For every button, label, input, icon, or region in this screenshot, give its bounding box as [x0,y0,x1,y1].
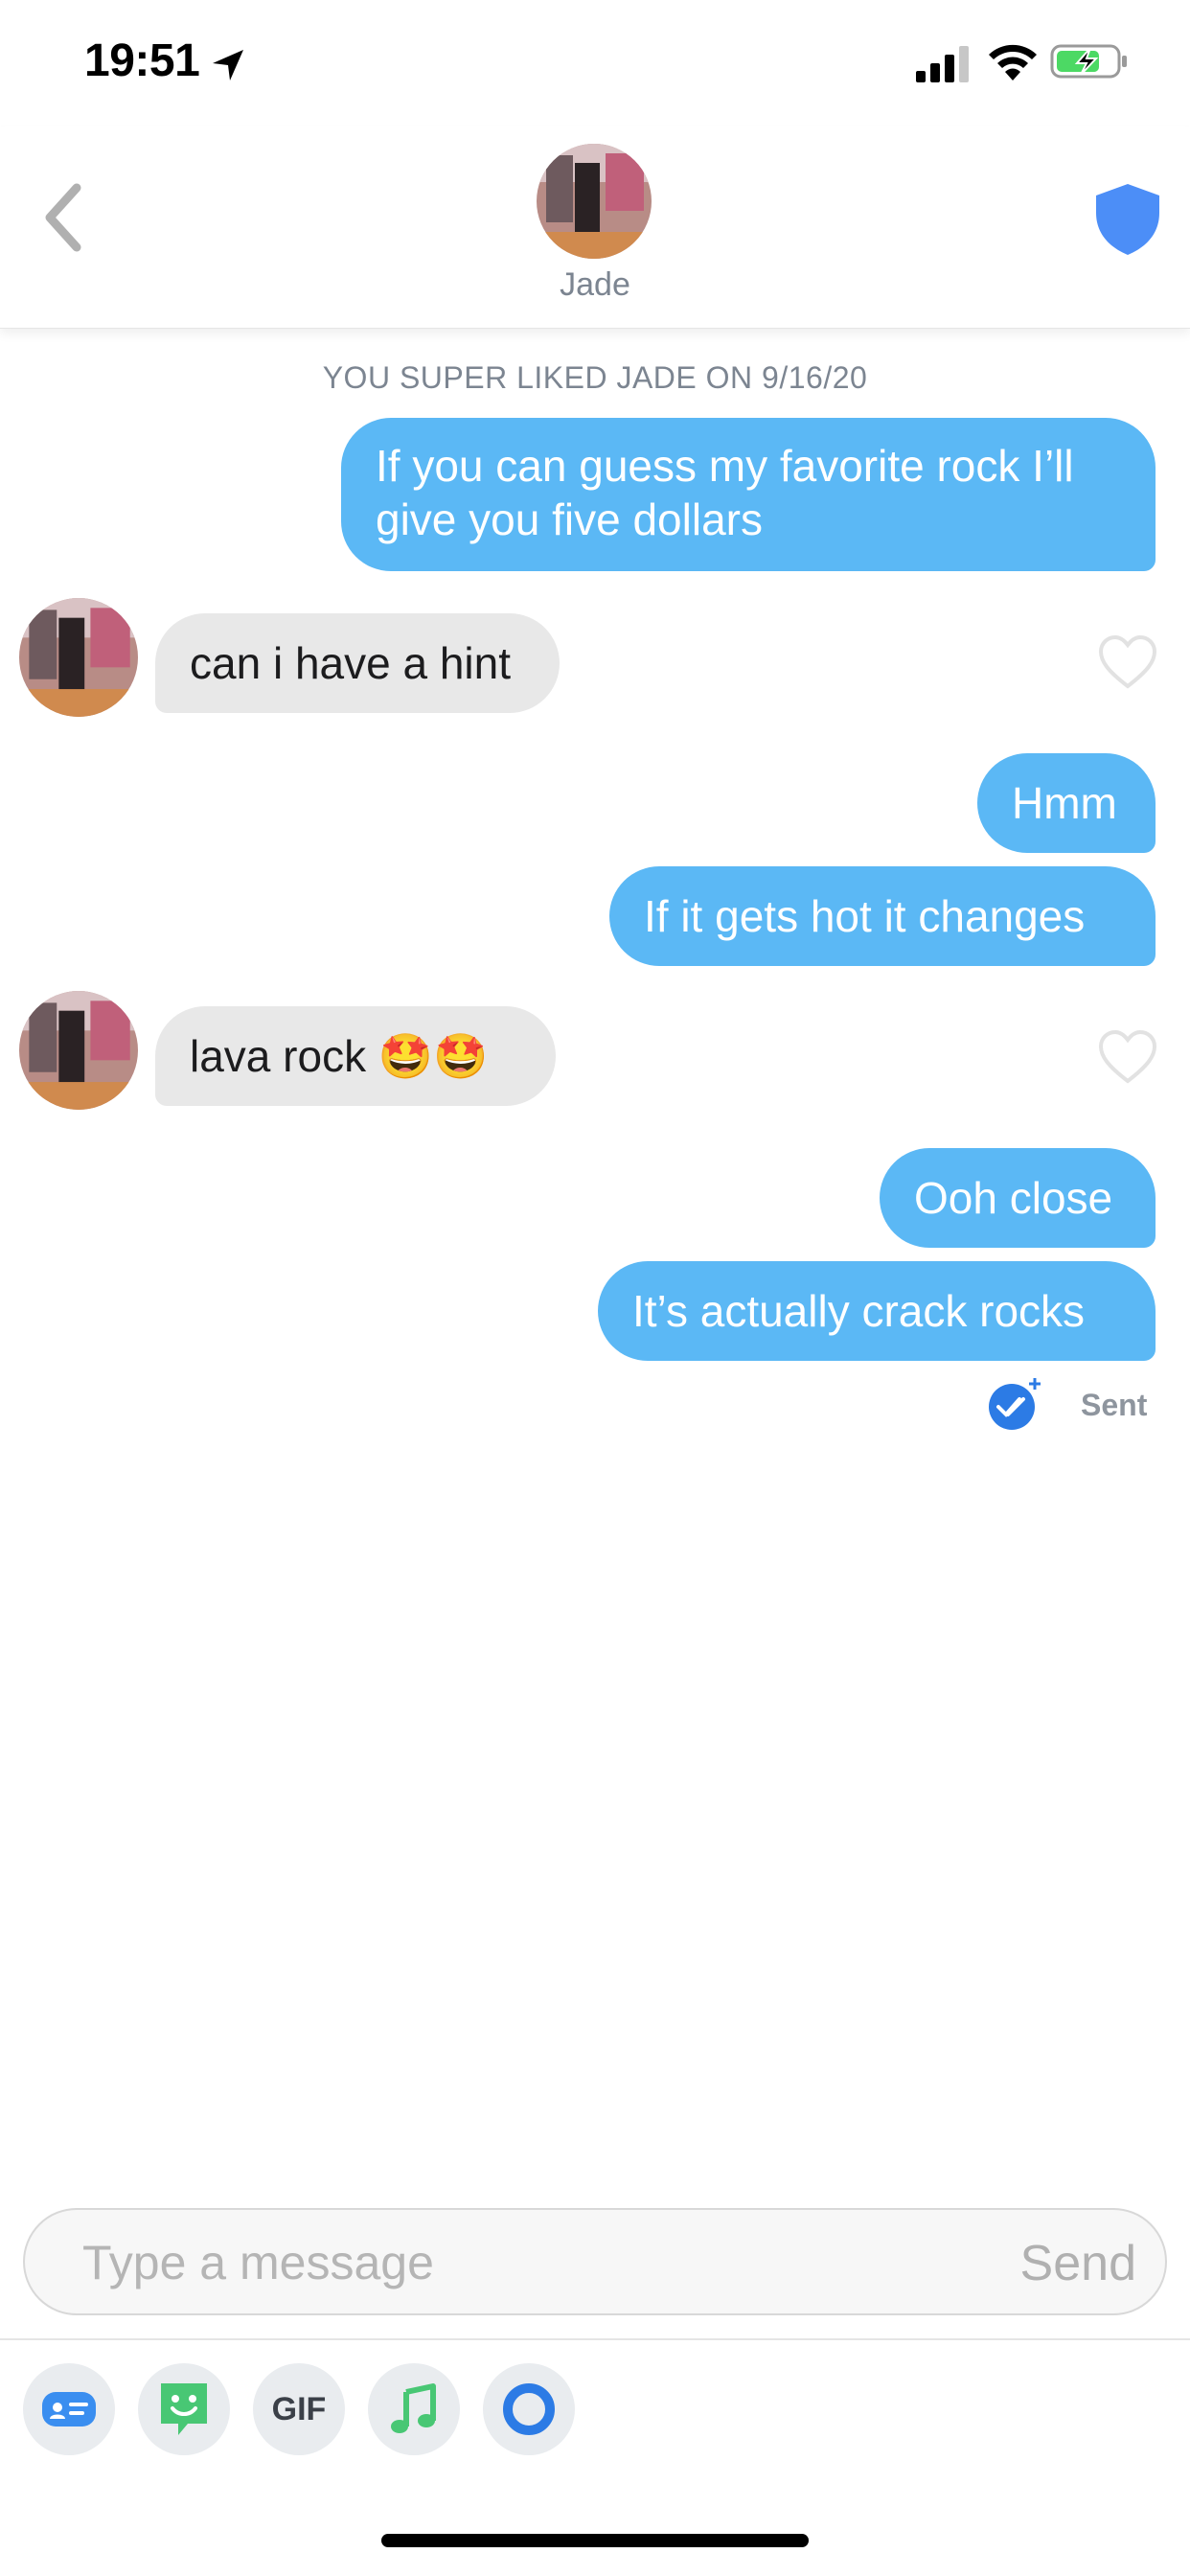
send-button[interactable]: Send [1020,2235,1136,2292]
message-bubble-incoming[interactable]: can i have a hint [155,613,560,713]
chat-header: Jade [0,126,1190,329]
message-text: If you can guess my favorite rock I’ll g… [376,441,1074,544]
super-like-date-label: YOU SUPER LIKED JADE ON 9/16/20 [322,360,868,395]
message-text: Hmm [1012,778,1117,828]
back-chevron-icon[interactable] [29,174,96,261]
message-bubble-outgoing[interactable]: If you can guess my favorite rock I’ll g… [341,418,1156,571]
sender-avatar[interactable] [19,991,138,1110]
message-composer: Send [23,2208,1167,2315]
message-text: lava rock 🤩🤩 [190,1031,489,1081]
heart-icon[interactable] [1098,634,1157,690]
read-receipt-icon [989,1378,1041,1430]
message-input[interactable] [80,2210,947,2315]
divider [0,2338,1190,2340]
message-bubble-outgoing[interactable]: It’s actually crack rocks [598,1261,1156,1361]
sender-avatar[interactable] [19,598,138,717]
sent-status: Sent [1081,1388,1148,1422]
status-time: 19:51 [84,35,200,86]
shield-icon[interactable] [1090,180,1165,257]
loop-icon [503,2383,555,2435]
contact-card-icon [42,2392,96,2426]
message-bubble-outgoing[interactable]: Ooh close [880,1148,1156,1248]
heart-icon[interactable] [1098,1029,1157,1085]
message-text: Ooh close [914,1173,1113,1223]
message-text: can i have a hint [190,638,512,688]
message-bubble-incoming[interactable]: lava rock 🤩🤩 [155,1006,556,1106]
match-name[interactable]: Jade [0,266,1190,304]
gif-label: GIF [271,2390,327,2427]
message-text: If it gets hot it changes [644,891,1086,941]
music-note-icon [391,2383,436,2433]
signal-icon [916,46,969,82]
music-button[interactable] [368,2363,460,2455]
battery-charging-icon [1050,44,1127,79]
loop-button[interactable] [483,2363,575,2455]
message-bubble-outgoing[interactable]: Hmm [977,753,1156,853]
home-indicator [381,2534,809,2547]
contact-card-button[interactable] [23,2363,115,2455]
message-text: It’s actually crack rocks [632,1286,1086,1336]
header-avatar[interactable] [537,144,652,259]
gif-button[interactable]: GIF [253,2363,345,2455]
location-arrow-icon [213,50,243,80]
sticker-button[interactable] [138,2363,230,2455]
sticker-icon [161,2383,207,2435]
message-bubble-outgoing[interactable]: If it gets hot it changes [609,866,1156,966]
wifi-icon [989,44,1037,80]
